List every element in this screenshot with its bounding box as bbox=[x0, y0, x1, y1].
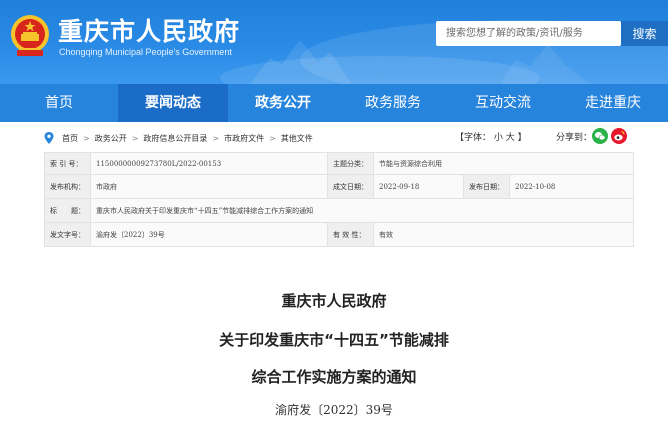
site-subtitle: Chongqing Municipal People's Government bbox=[59, 47, 232, 57]
breadcrumb-info-catalog[interactable]: 政府信息公开目录 bbox=[143, 133, 207, 144]
meta-validity-value: 有效 bbox=[373, 222, 634, 247]
meta-topic-value: 节能与资源综合利用 bbox=[373, 152, 634, 175]
breadcrumb-other-docs[interactable]: 其他文件 bbox=[281, 133, 313, 144]
font-size-bracket: 】 bbox=[517, 133, 527, 143]
nav-item-news[interactable]: 要闻动态 bbox=[118, 84, 228, 122]
font-size-label: 【字体： bbox=[455, 133, 492, 143]
breadcrumb-separator: > bbox=[131, 133, 139, 143]
nav-item-gov-affairs[interactable]: 政务公开 bbox=[228, 84, 338, 122]
meta-title-value: 重庆市人民政府关于印发重庆市“十四五”节能减排综合工作方案的通知 bbox=[90, 198, 634, 223]
national-emblem-icon bbox=[11, 15, 49, 56]
breadcrumb-separator: > bbox=[269, 133, 276, 143]
document-metadata-table: 索 引 号： 11500000009273780L/2022-00153 主题分… bbox=[44, 152, 634, 247]
meta-created-date-value: 2022-09-18 bbox=[373, 174, 464, 199]
meta-published-date-value: 2022-10-08 bbox=[509, 174, 634, 199]
breadcrumb-separator: > bbox=[212, 133, 220, 143]
breadcrumb-municipal-docs[interactable]: 市政府文件 bbox=[224, 133, 264, 144]
nav-item-home[interactable]: 首页 bbox=[0, 84, 118, 122]
font-size-small-button[interactable]: 小 bbox=[494, 133, 503, 143]
font-size-control: 【字体： 小 大 】 bbox=[455, 130, 527, 143]
font-size-large-button[interactable]: 大 bbox=[506, 133, 515, 143]
document-number: 渝府发〔2022〕39号 bbox=[275, 403, 393, 417]
weibo-icon[interactable] bbox=[611, 128, 627, 144]
share-label: 分享到： bbox=[556, 133, 593, 143]
meta-topic-label: 主题分类： bbox=[327, 152, 374, 175]
document-title-line-1: 重庆市人民政府 bbox=[281, 292, 387, 310]
site-header: 重庆市人民政府 Chongqing Municipal People's Gov… bbox=[0, 0, 668, 84]
wechat-icon[interactable] bbox=[592, 128, 608, 144]
meta-index-value: 11500000009273780L/2022-00153 bbox=[90, 152, 328, 175]
breadcrumb-separator: > bbox=[83, 133, 90, 143]
search-input[interactable] bbox=[436, 21, 621, 46]
meta-index-label: 索 引 号： bbox=[44, 152, 91, 175]
nav-item-about-chongqing[interactable]: 走进重庆 bbox=[558, 84, 668, 122]
nav-item-interaction[interactable]: 互动交流 bbox=[448, 84, 558, 122]
breadcrumb-gov-affairs[interactable]: 政务公开 bbox=[95, 133, 127, 144]
meta-title-label: 标 题： bbox=[44, 198, 91, 223]
main-nav: 首页 要闻动态 政务公开 政务服务 互动交流 走进重庆 bbox=[0, 84, 668, 122]
site-title[interactable]: 重庆市人民政府 bbox=[58, 12, 240, 48]
document-title-line-3: 综合工作实施方案的通知 bbox=[251, 368, 417, 386]
breadcrumb: 首页 > 政务公开 > 政府信息公开目录 > 市政府文件 > 其他文件 bbox=[44, 130, 634, 146]
meta-published-date-label: 发布日期： bbox=[463, 174, 510, 199]
meta-validity-label: 有 效 性： bbox=[327, 222, 374, 247]
meta-created-date-label: 成文日期： bbox=[327, 174, 374, 199]
meta-issuer-label: 发布机构： bbox=[44, 174, 91, 199]
search-button[interactable]: 搜索 bbox=[621, 21, 668, 46]
document-title-line-2: 关于印发重庆市“十四五”节能减排 bbox=[219, 331, 449, 349]
location-icon bbox=[44, 132, 54, 144]
meta-docno-label: 发文字号： bbox=[44, 222, 91, 247]
meta-docno-value: 渝府发〔2022〕39号 bbox=[90, 222, 328, 247]
meta-issuer-value: 市政府 bbox=[90, 174, 328, 199]
breadcrumb-home[interactable]: 首页 bbox=[62, 133, 78, 144]
nav-item-gov-services[interactable]: 政务服务 bbox=[338, 84, 448, 122]
